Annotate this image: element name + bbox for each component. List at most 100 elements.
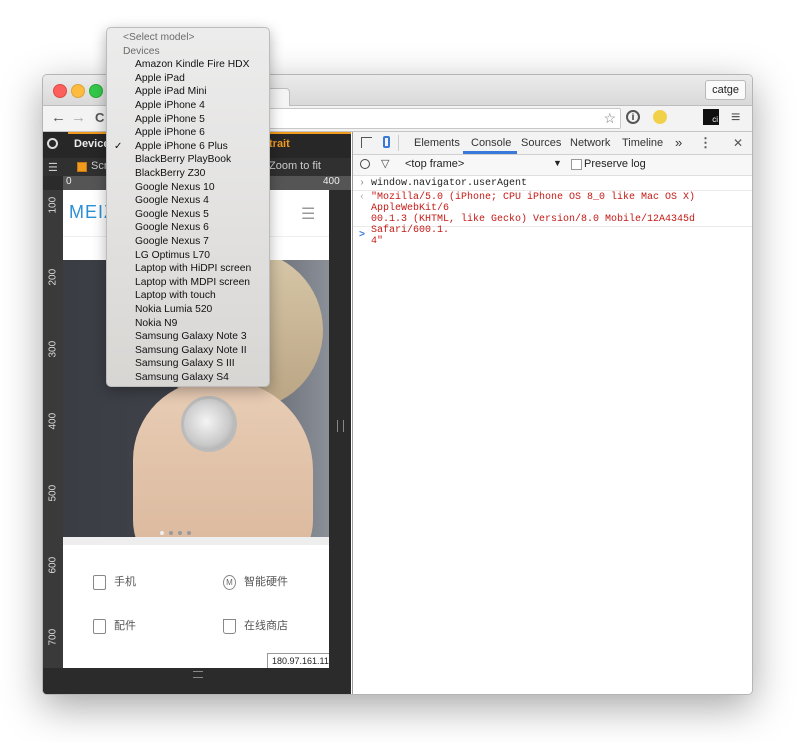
dropdown-option[interactable]: Apple iPad Mini xyxy=(107,85,269,99)
dropdown-option[interactable]: Google Nexus 10 xyxy=(107,181,269,195)
dropdown-option[interactable]: Apple iPhone 4 xyxy=(107,99,269,113)
frame-select[interactable]: <top frame> xyxy=(405,158,464,170)
profile-button[interactable]: catge xyxy=(705,80,746,100)
no-emulation-icon[interactable] xyxy=(47,138,58,149)
site-menu-icon[interactable]: ☰ xyxy=(301,204,315,224)
active-tab-underline xyxy=(463,151,517,154)
resize-handle-icon[interactable] xyxy=(337,420,344,432)
dropdown-option[interactable]: BlackBerry PlayBook xyxy=(107,153,269,167)
zoom-to-fit-label[interactable]: Zoom to fit xyxy=(269,160,321,172)
inspect-element-icon[interactable] xyxy=(361,137,372,148)
devtools-tab-bar: Elements Console Sources Network Timelin… xyxy=(353,132,752,155)
category-label: 智能硬件 xyxy=(244,576,288,588)
filter-icon[interactable]: ▽ xyxy=(381,157,389,170)
dropdown-option[interactable]: Samsung Galaxy S4 xyxy=(107,371,269,385)
ruler-tick: 400 xyxy=(47,412,59,430)
close-devtools-icon[interactable]: ✕ xyxy=(733,132,743,154)
category-smart-hardware[interactable]: M 智能硬件 xyxy=(223,573,288,590)
device-mode-icon[interactable] xyxy=(383,136,390,148)
category-label: 手机 xyxy=(114,576,136,588)
user-agent-line: 00.1.3 (KHTML, like Gecko) Version/8.0 M… xyxy=(371,214,696,236)
dropdown-option-label: Samsung Galaxy S4 xyxy=(135,372,229,383)
dropdown-option[interactable]: Laptop with MDPI screen xyxy=(107,276,269,290)
dropdown-option[interactable]: Nokia Lumia 520 xyxy=(107,303,269,317)
close-window-button[interactable] xyxy=(53,84,67,98)
dropdown-option-label: Apple iPad xyxy=(135,72,185,84)
category-accessories[interactable]: 配件 xyxy=(93,617,136,634)
back-icon[interactable]: ← xyxy=(51,109,66,127)
dropdown-option-label: Laptop with HiDPI screen xyxy=(135,263,252,275)
extension-ci-icon[interactable]: ci xyxy=(703,109,719,125)
reload-icon[interactable]: C xyxy=(95,109,104,127)
devtools-panel: Elements Console Sources Network Timelin… xyxy=(352,132,752,694)
maximize-window-button[interactable] xyxy=(89,84,103,98)
dropdown-option-label: Nokia Lumia 520 xyxy=(135,304,213,315)
dropdown-option[interactable]: BlackBerry Z30 xyxy=(107,167,269,181)
forward-icon[interactable]: → xyxy=(71,109,86,127)
more-tabs-icon[interactable]: » xyxy=(675,132,682,154)
category-phone[interactable]: 手机 xyxy=(93,573,136,590)
cart-icon xyxy=(223,618,236,634)
dropdown-option[interactable]: Google Nexus 6 xyxy=(107,221,269,235)
phone-icon xyxy=(93,574,106,590)
dropdown-option[interactable]: Google Nexus 4 xyxy=(107,194,269,208)
resize-gutter[interactable] xyxy=(329,190,351,668)
dropdown-option[interactable]: LG Optimus L70 xyxy=(107,249,269,263)
ruler-tick: 400 xyxy=(323,176,340,187)
ruler-tick: 600 xyxy=(47,556,59,574)
ruler-tick: 500 xyxy=(47,484,59,502)
hamburger-icon[interactable]: ☰ xyxy=(48,161,58,174)
tab-network[interactable]: Network xyxy=(570,132,610,154)
device-label: Device xyxy=(74,138,110,150)
extension-dot-icon[interactable] xyxy=(653,110,667,124)
dropdown-option-label: Laptop with MDPI screen xyxy=(135,276,251,288)
dropdown-option[interactable]: Laptop with HiDPI screen xyxy=(107,262,269,276)
m-icon: M xyxy=(223,574,236,590)
screen-checkbox[interactable] xyxy=(77,162,87,172)
preserve-log-label: Preserve log xyxy=(584,158,646,170)
dropdown-option[interactable]: Apple iPhone 5 xyxy=(107,113,269,127)
dropdown-option[interactable]: Google Nexus 5 xyxy=(107,208,269,222)
resize-handle-icon[interactable] xyxy=(193,671,203,678)
site-category-grid: 手机 M 智能硬件 配件 在线商店 xyxy=(63,537,329,668)
console-input-text: window.navigator.userAgent xyxy=(371,178,528,189)
tab-divider xyxy=(398,135,399,151)
console-prompt[interactable]: > xyxy=(359,230,365,241)
info-icon[interactable]: i xyxy=(626,110,640,124)
ruler-tick: 200 xyxy=(47,268,59,286)
dropdown-option[interactable]: Apple iPhone 6 xyxy=(107,126,269,140)
preserve-log-checkbox[interactable] xyxy=(571,159,582,170)
dropdown-placeholder[interactable]: <Select model> xyxy=(107,31,269,45)
console-output[interactable]: › window.navigator.userAgent ‹ "Mozilla/… xyxy=(353,176,752,694)
dropdown-option-label: Samsung Galaxy Note II xyxy=(135,344,247,356)
tab-elements[interactable]: Elements xyxy=(414,132,460,154)
carousel-dots[interactable] xyxy=(160,524,200,535)
dropdown-option-label: Nokia N9 xyxy=(135,317,178,329)
bookmark-star-icon[interactable]: ☆ xyxy=(603,109,616,127)
tab-timeline[interactable]: Timeline xyxy=(622,132,663,154)
dropdown-option[interactable]: Nokia N9 xyxy=(107,317,269,331)
dropdown-option-label: Samsung Galaxy S III xyxy=(135,358,235,370)
category-online-store[interactable]: 在线商店 xyxy=(223,617,288,634)
user-agent-string: "Mozilla/5.0 (iPhone; CPU iPhone OS 8_0 … xyxy=(371,192,752,247)
dropdown-option[interactable]: Samsung Galaxy Note II xyxy=(107,344,269,358)
category-label: 在线商店 xyxy=(244,620,288,632)
chevron-down-icon[interactable]: ▼ xyxy=(553,158,562,168)
dropdown-option-label: Google Nexus 6 xyxy=(135,222,209,234)
clear-console-icon[interactable] xyxy=(360,159,370,169)
dropdown-option[interactable]: Laptop with touch xyxy=(107,289,269,303)
tab-sources[interactable]: Sources xyxy=(521,132,561,154)
dropdown-option[interactable]: Apple iPad xyxy=(107,72,269,86)
orientation-label[interactable]: trait xyxy=(269,138,290,150)
dropdown-option[interactable]: Samsung Galaxy Note 3 xyxy=(107,330,269,344)
dropdown-option-label: Apple iPhone 6 Plus xyxy=(135,140,228,152)
devtools-menu-icon[interactable]: ⋮ xyxy=(699,132,712,154)
dropdown-option[interactable]: ✓ Apple iPhone 6 Plus xyxy=(107,140,269,154)
dropdown-option[interactable]: Google Nexus 7 xyxy=(107,235,269,249)
dropdown-option[interactable]: Amazon Kindle Fire HDX xyxy=(107,58,269,72)
user-agent-line: 4" xyxy=(371,236,384,247)
device-model-dropdown[interactable]: <Select model> Devices Amazon Kindle Fir… xyxy=(106,27,270,387)
chrome-menu-icon[interactable]: ≡ xyxy=(731,109,740,127)
minimize-window-button[interactable] xyxy=(71,84,85,98)
dropdown-option[interactable]: Samsung Galaxy S III xyxy=(107,357,269,371)
